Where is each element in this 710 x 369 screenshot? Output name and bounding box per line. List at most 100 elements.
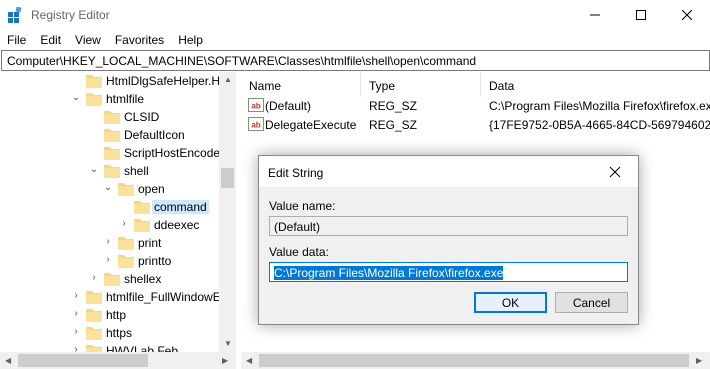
- tree-item-label: CLSID: [124, 110, 160, 124]
- tree-item[interactable]: HtmlDlgSafeHelper.H: [0, 72, 220, 90]
- value-data: C:\Program Files\Mozilla Firefox\firefox…: [489, 99, 710, 113]
- value-row[interactable]: ab DelegateExecute REG_SZ {17FE9752-0B5A…: [241, 115, 710, 134]
- column-header-type[interactable]: Type: [361, 72, 481, 97]
- svg-text:ab: ab: [251, 102, 260, 111]
- tree-item[interactable]: ⌄ open: [0, 180, 218, 198]
- folder-icon: [104, 129, 120, 142]
- chevron-right-icon[interactable]: ›: [71, 309, 81, 319]
- svg-text:ab: ab: [251, 121, 260, 130]
- column-header-name[interactable]: Name: [241, 72, 361, 97]
- tree-item[interactable]: ⌄ shell: [0, 162, 218, 180]
- folder-icon: [86, 75, 102, 88]
- tree-item-label: HtmlDlgSafeHelper.H: [106, 74, 221, 88]
- folder-icon: [86, 291, 102, 304]
- minimize-icon: [590, 14, 600, 16]
- scroll-right-arrow-icon[interactable]: ▶: [222, 357, 228, 365]
- tree-item-label: DefaultIcon: [124, 128, 185, 142]
- value-row[interactable]: ab (Default) REG_SZ C:\Program Files\Moz…: [241, 96, 710, 115]
- scroll-down-arrow-icon[interactable]: ▼: [224, 340, 232, 348]
- value-name-label: Value name:: [269, 199, 336, 213]
- close-button[interactable]: [664, 0, 710, 30]
- folder-icon: [118, 183, 134, 196]
- tree-item-label: http: [106, 308, 127, 322]
- chevron-down-icon[interactable]: ⌄: [103, 183, 113, 193]
- tree-item-label: shell: [124, 164, 149, 178]
- minimize-button[interactable]: [572, 0, 618, 30]
- menu-favorites[interactable]: Favorites: [108, 30, 171, 50]
- menu-bar: File Edit View Favorites Help: [0, 30, 710, 50]
- tree-item-label: open: [138, 182, 165, 196]
- tree-item[interactable]: › https: [0, 324, 218, 342]
- scroll-up-arrow-icon[interactable]: ▲: [224, 76, 232, 84]
- scrollbar-thumb[interactable]: [18, 354, 148, 367]
- tree-horizontal-scrollbar[interactable]: ◀ ▶: [0, 352, 236, 369]
- tree-item[interactable]: › shellex: [0, 270, 218, 288]
- folder-icon: [118, 255, 134, 268]
- maximize-button[interactable]: [618, 0, 664, 30]
- ok-button[interactable]: OK: [474, 292, 547, 313]
- values-horizontal-scrollbar[interactable]: ◀ ▶: [241, 352, 710, 369]
- folder-icon: [86, 327, 102, 340]
- chevron-right-icon[interactable]: ›: [103, 237, 113, 247]
- tree-item-label: ScriptHostEncode: [124, 146, 221, 160]
- folder-icon: [118, 237, 134, 250]
- tree-item[interactable]: › http: [0, 306, 218, 324]
- menu-file[interactable]: File: [0, 30, 33, 50]
- tree-item-label: https: [106, 326, 133, 340]
- value-data: {17FE9752-0B5A-4665-84CD-569794602F5C}: [489, 118, 710, 132]
- string-value-icon: ab: [248, 117, 264, 131]
- tree-item-label: print: [138, 236, 162, 250]
- scroll-right-arrow-icon[interactable]: ▶: [696, 357, 702, 365]
- tree-item[interactable]: › htmlfile_FullWindowE: [0, 288, 221, 306]
- window-title: Registry Editor: [31, 8, 110, 22]
- dialog-title: Edit String: [268, 166, 324, 180]
- maximize-icon: [636, 10, 646, 20]
- menu-edit[interactable]: Edit: [33, 30, 68, 50]
- value-data-text: C:\Program Files\Mozilla Firefox\firefox…: [274, 266, 504, 280]
- tree-item[interactable]: DefaultIcon: [0, 126, 218, 144]
- tree-item[interactable]: › ddeexec: [0, 216, 218, 234]
- tree-item[interactable]: ⌄ htmlfile: [0, 90, 218, 108]
- scroll-left-arrow-icon[interactable]: ◀: [246, 357, 252, 365]
- value-name: DelegateExecute: [265, 118, 357, 132]
- chevron-right-icon[interactable]: ›: [71, 291, 81, 301]
- key-tree[interactable]: HtmlDlgSafeHelper.H ⌄ htmlfile CLSID Def…: [0, 72, 236, 369]
- scrollbar-thumb[interactable]: [259, 354, 689, 367]
- chevron-right-icon[interactable]: ›: [119, 219, 129, 229]
- string-value-icon: ab: [248, 98, 264, 112]
- tree-item-label: ddeexec: [154, 218, 200, 232]
- column-header-data[interactable]: Data: [481, 72, 710, 97]
- chevron-right-icon[interactable]: ›: [103, 255, 113, 265]
- folder-icon: [134, 201, 150, 214]
- registry-editor-icon: [8, 7, 22, 23]
- tree-item[interactable]: › print: [0, 234, 218, 252]
- tree-item[interactable]: CLSID: [0, 108, 218, 126]
- scroll-left-arrow-icon[interactable]: ◀: [5, 357, 11, 365]
- menu-view[interactable]: View: [68, 30, 108, 50]
- folder-icon: [134, 219, 150, 232]
- folder-icon: [104, 165, 120, 178]
- close-icon[interactable]: [606, 163, 624, 181]
- edit-string-dialog: Edit String Value name: (Default) Value …: [258, 155, 639, 325]
- tree-item-selected[interactable]: command: [0, 198, 218, 216]
- tree-item[interactable]: ScriptHostEncode: [0, 144, 220, 162]
- dialog-title-bar: Edit String: [259, 156, 638, 187]
- tree-item[interactable]: › printto: [0, 252, 218, 270]
- chevron-down-icon[interactable]: ⌄: [89, 165, 99, 175]
- scrollbar-thumb[interactable]: [221, 168, 234, 188]
- chevron-down-icon[interactable]: ⌄: [71, 93, 81, 103]
- cancel-button[interactable]: Cancel: [555, 292, 628, 313]
- value-name-text: (Default): [274, 220, 321, 234]
- folder-icon: [104, 111, 120, 124]
- chevron-right-icon[interactable]: ›: [71, 327, 81, 337]
- folder-icon: [104, 147, 120, 160]
- value-data-field[interactable]: C:\Program Files\Mozilla Firefox\firefox…: [269, 262, 628, 282]
- tree-vertical-scrollbar[interactable]: ▲ ▼: [219, 72, 236, 352]
- tree-item-label: shellex: [124, 272, 162, 286]
- value-type: REG_SZ: [369, 118, 418, 132]
- value-name-field: (Default): [269, 216, 628, 236]
- address-bar[interactable]: Computer\HKEY_LOCAL_MACHINE\SOFTWARE\Cla…: [1, 50, 710, 71]
- folder-icon: [104, 273, 120, 286]
- menu-help[interactable]: Help: [171, 30, 210, 50]
- chevron-right-icon[interactable]: ›: [89, 273, 99, 283]
